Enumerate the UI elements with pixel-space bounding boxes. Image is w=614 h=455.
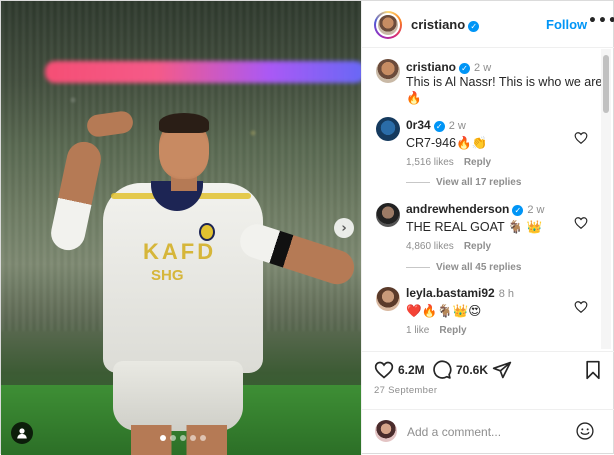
- comment-avatar[interactable]: [376, 287, 400, 311]
- stadium-led-board: [45, 61, 361, 83]
- comment-button[interactable]: 70.6K: [432, 360, 488, 380]
- author-avatar-image: [376, 13, 400, 37]
- player-left-arm: [47, 138, 105, 254]
- verified-badge-icon: ✓: [459, 63, 471, 74]
- comments-count: 70.6K: [456, 363, 489, 377]
- player-pointing-hand: [85, 109, 135, 139]
- comment-time: 8 h: [498, 288, 515, 300]
- chevron-right-icon: ›: [341, 220, 347, 236]
- reply-button[interactable]: Reply: [439, 325, 466, 336]
- carousel-dot-5: [200, 435, 206, 441]
- author-avatar[interactable]: [374, 11, 402, 39]
- comment-username[interactable]: 0r34: [406, 118, 431, 132]
- action-bar: 6.2M 70.6K: [362, 351, 614, 385]
- caption-text: This is Al Nassr! This is who we are! 🔥: [406, 75, 606, 105]
- comment-username[interactable]: leyla.bastami92: [406, 286, 495, 300]
- player-figure: KAFD SHG: [47, 109, 361, 455]
- verified-badge-icon: ✓: [468, 21, 480, 32]
- author-username[interactable]: cristiano: [411, 17, 465, 32]
- comment-item: 0r34 ✓ 2 w CR7-946🔥👏 1,516 likes Reply: [406, 117, 586, 168]
- jersey-sponsor-bottom: SHG: [151, 267, 184, 284]
- comment-bubble-icon: [433, 360, 452, 379]
- share-button[interactable]: [492, 360, 512, 380]
- comment-meta: 4,860 likes Reply: [406, 241, 586, 252]
- comments-scrollbar[interactable]: [601, 49, 611, 349]
- scrollbar-thumb[interactable]: [603, 55, 609, 113]
- post-image[interactable]: KAFD SHG ›: [1, 1, 361, 455]
- caption-time: 2 w: [474, 62, 492, 74]
- comment-item: andrewhenderson ✓ 2 w THE REAL GOAT 🐐 👑 4,…: [406, 201, 586, 252]
- comment-likes[interactable]: 4,860 likes: [406, 241, 454, 252]
- view-replies-link[interactable]: View all 45 replies: [406, 262, 521, 273]
- comment-input[interactable]: [407, 422, 567, 442]
- carousel-dot-4: [190, 435, 196, 441]
- view-replies-link[interactable]: View all 17 replies: [406, 177, 521, 188]
- player-hair: [159, 113, 209, 133]
- next-image-button[interactable]: ›: [334, 218, 354, 238]
- heart-icon: [374, 361, 394, 379]
- like-comment-heart-icon[interactable]: [574, 216, 588, 230]
- carousel-dot-1: [160, 435, 166, 441]
- likes-count: 6.2M: [398, 363, 425, 377]
- comment-time: 2 w: [527, 204, 545, 216]
- reply-button[interactable]: Reply: [464, 241, 491, 252]
- comment-item: leyla.bastami92 8 h ❤️🔥🐐👑😍 1 like Reply: [406, 285, 586, 336]
- follow-button[interactable]: Follow: [546, 17, 587, 32]
- more-options-icon[interactable]: •••: [588, 13, 614, 29]
- like-post-button[interactable]: 6.2M: [374, 360, 425, 380]
- verified-badge-icon: ✓: [512, 205, 524, 216]
- instagram-post-window: KAFD SHG › cristiano ✓ Follow •• cristia…: [0, 0, 614, 455]
- bookmark-icon: [586, 360, 600, 380]
- caption-username[interactable]: cristiano: [406, 60, 456, 74]
- carousel-dot-2: [170, 435, 176, 441]
- user-icon: [17, 428, 27, 439]
- comment-text: CR7-946🔥👏: [406, 136, 488, 150]
- caption: cristiano ✓ 2 w This is Al Nassr! This is …: [406, 59, 606, 106]
- comment-likes[interactable]: 1 like: [406, 325, 429, 336]
- reply-button[interactable]: Reply: [464, 157, 491, 168]
- comment-meta: 1 like Reply: [406, 325, 586, 336]
- comments-list: cristiano ✓ 2 w This is Al Nassr! This is …: [362, 49, 614, 349]
- caption-header: cristiano ✓ 2 w: [406, 59, 606, 74]
- comment-avatar[interactable]: [376, 117, 400, 141]
- comment-time: 2 w: [448, 120, 466, 132]
- comment-meta: 1,516 likes Reply: [406, 157, 586, 168]
- comment-username[interactable]: andrewhenderson: [406, 202, 509, 216]
- comment-avatar[interactable]: [376, 203, 400, 227]
- emoji-icon[interactable]: [575, 421, 595, 441]
- carousel-dot-3: [180, 435, 186, 441]
- like-comment-heart-icon[interactable]: [574, 300, 588, 314]
- comment-text: THE REAL GOAT 🐐 👑: [406, 220, 543, 234]
- save-button[interactable]: [584, 360, 602, 380]
- author-name-row: cristiano ✓: [411, 17, 480, 32]
- post-header: cristiano✓ Follow •••: [362, 1, 614, 48]
- add-comment-bar: [361, 409, 614, 455]
- verified-badge-icon: ✓: [433, 121, 445, 132]
- jersey-sponsor-top: KAFD: [143, 239, 217, 264]
- send-icon: [492, 361, 512, 379]
- like-comment-heart-icon[interactable]: [574, 131, 588, 145]
- viewer-avatar: [375, 420, 397, 442]
- caption-avatar[interactable]: [376, 59, 400, 83]
- carousel-indicator: [160, 435, 206, 441]
- comment-likes[interactable]: 1,516 likes: [406, 157, 454, 168]
- tagged-users-button[interactable]: [11, 422, 33, 444]
- comment-text: ❤️🔥🐐👑😍: [406, 304, 482, 318]
- post-date: 27 September: [374, 385, 438, 396]
- player-shorts: [113, 361, 243, 431]
- post-sidebar: cristiano✓ Follow ••• cristiano✓2 w This…: [361, 1, 614, 455]
